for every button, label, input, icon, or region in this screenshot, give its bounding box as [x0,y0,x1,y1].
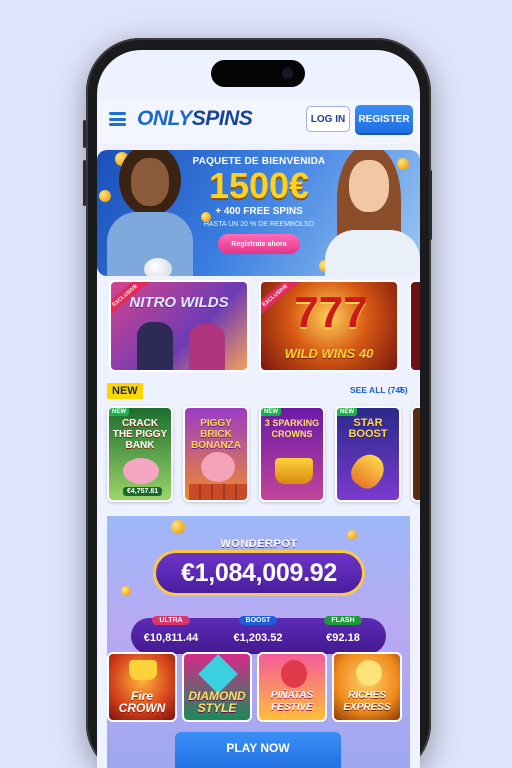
crown-icon [275,458,313,484]
game-title: DIAMOND STYLE [188,689,246,715]
pinata-icon [281,660,307,688]
onlyspins-logo[interactable]: ONLYSPINS [137,106,253,132]
game-card[interactable]: NEW CRACK THE PIGGY BANK €4,757.81 [107,406,173,502]
dynamic-island [211,60,305,87]
jackpot-tiers: ULTRA €10,811.44 BOOST €1,203.52 FLASH €… [131,616,386,654]
promo-title: NITRO WILDS [129,294,229,311]
hero-copy: PAQUETE DE BIENVENIDA 1500€ + 400 FREE S… [189,156,329,254]
character-icon [189,324,225,370]
tier-label: BOOST [238,616,278,625]
wonderpot-panel: WONDERPOT €1,084,009.92 ULTRA €10,811.44… [107,516,410,768]
game-title: RICHES EXPRESS [343,690,391,713]
login-button[interactable]: LOG IN [306,106,350,132]
game-title: STAR BOOST [348,417,388,440]
game-title: CRACK THE PIGGY BANK [112,418,168,451]
wonderpot-game-card[interactable]: Fire CROWN [107,652,177,722]
tier-value: €1,203.52 [233,632,283,644]
hero-amount: 1500€ [208,165,310,206]
wonderpot-game-card[interactable]: DIAMOND STYLE [182,652,252,722]
phone-side-button [83,120,86,148]
rocket-icon [345,448,391,494]
diamond-icon [198,654,238,694]
coin-icon [356,660,382,686]
welcome-banner[interactable]: PAQUETE DE BIENVENIDA 1500€ + 400 FREE S… [97,150,420,276]
phone-side-button [429,170,432,240]
crown-icon [129,660,157,680]
promo-next-peek[interactable] [409,280,420,372]
football-icon [144,258,172,276]
coin-icon [397,158,409,170]
phone-side-button [83,160,86,206]
promo-wild-wins-40[interactable]: EXCLUSIVE 777 WILD WINS 40 [259,280,399,372]
wonderpot-amount-box: €1,084,009.92 [153,550,365,596]
tier-label: FLASH [324,616,362,625]
register-button[interactable]: REGISTER [355,105,413,133]
player-face [349,160,389,212]
sevens-icon: 777 [294,288,368,337]
tier-value: €10,811.44 [143,632,199,644]
piggy-icon [201,452,235,482]
game-card[interactable]: PIGGY BRICK BONANZA [183,406,249,502]
player-jersey [325,230,420,276]
tier-value: €92.18 [326,632,360,644]
character-icon [137,322,173,370]
game-title: PIGGY BRICK BONANZA [191,418,241,451]
promo-nitro-wilds[interactable]: EXCLUSIVE NITRO WILDS [109,280,249,372]
menu-icon[interactable] [109,112,126,126]
wonderpot-game-card[interactable]: PIÑATAS FESTIVE [257,652,327,722]
chevron-right-icon[interactable]: › [399,381,403,396]
game-card[interactable]: NEW STAR BOOST [335,406,401,502]
wonderpot-amount: €1,084,009.92 [181,558,337,587]
tier-flash: FLASH €92.18 [303,609,383,644]
signup-now-button[interactable]: Regístrate ahora [218,234,300,254]
new-tag: NEW [109,408,129,416]
player-face [131,158,169,206]
new-tag: NEW [261,408,281,416]
new-section-badge: NEW [107,383,143,399]
play-now-button[interactable]: PLAY NOW [175,732,341,768]
bricks-icon [189,484,247,500]
hero-spins: + 400 FREE SPINS [215,206,303,217]
wonderpot-title: WONDERPOT [220,538,298,550]
logo-only: ONLY [137,107,192,130]
piggy-icon [123,458,159,484]
jackpot-value: €4,757.81 [123,487,163,496]
tier-ultra: ULTRA €10,811.44 [131,609,211,644]
game-card[interactable]: NEW 3 SPARKING CROWNS [259,406,325,502]
logo-spins: SPINS [191,107,253,130]
coin-icon [171,520,185,534]
new-tag: NEW [337,408,357,416]
hero-note: HASTA UN 20 % DE REEMBOLSO [203,221,315,228]
promo-title: WILD WINS 40 [284,346,374,361]
game-title: PIÑATAS FESTIVE [270,690,314,713]
site-header: ONLYSPINS LOG IN REGISTER [97,100,420,144]
game-title: Fire CROWN [118,689,166,715]
game-title: 3 SPARKING CROWNS [264,418,320,439]
coin-icon [347,530,357,540]
coin-icon [121,586,131,596]
game-card-peek[interactable] [411,406,420,502]
phone-screen: ONLYSPINS LOG IN REGISTER PAQUETE DE BIE… [97,50,420,768]
coin-icon [99,190,111,202]
tier-label: ULTRA [152,616,190,625]
wonderpot-game-card[interactable]: RICHES EXPRESS [332,652,402,722]
tier-boost: BOOST €1,203.52 [218,609,298,644]
